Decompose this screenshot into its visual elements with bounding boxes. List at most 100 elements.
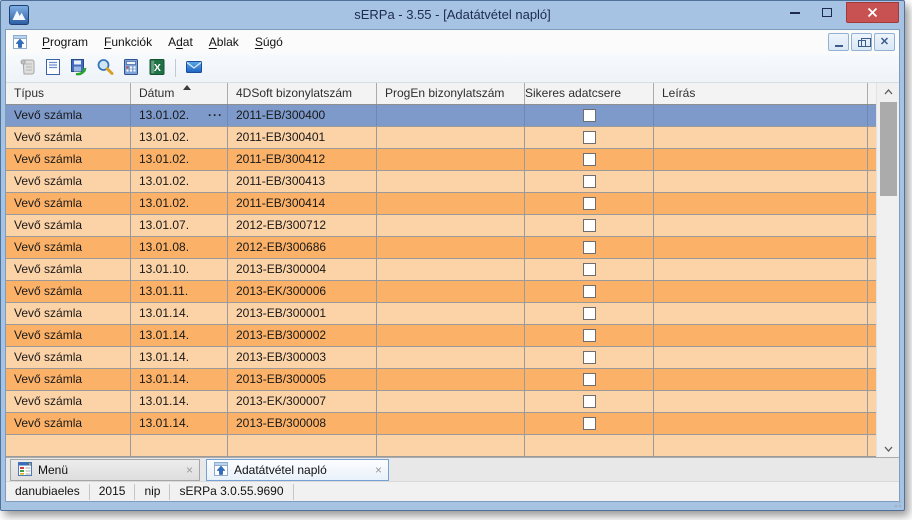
sikeres-checkbox[interactable]: [583, 395, 596, 408]
toolbar-scroll-log-button[interactable]: [14, 56, 40, 80]
cell-leiras: [654, 193, 868, 214]
resize-grip[interactable]: [892, 498, 902, 508]
cell-datum: 13.01.02.: [131, 127, 228, 148]
table-row-empty[interactable]: [6, 435, 899, 457]
table-row[interactable]: Vevő számla13.01.14.2013-EK/300007: [6, 391, 899, 413]
column-header-5[interactable]: Sikeres adatcsere: [525, 83, 654, 104]
cell-4dsoft-bizonylatszam: 2013-EB/300005: [228, 369, 377, 390]
column-header-2[interactable]: Dátum: [131, 83, 228, 104]
sikeres-checkbox[interactable]: [583, 373, 596, 386]
cell-leiras: [654, 369, 868, 390]
toolbar-save-export-button[interactable]: [66, 56, 92, 80]
sikeres-checkbox[interactable]: [583, 109, 596, 122]
toolbar-mail-button[interactable]: [181, 56, 207, 80]
table-row[interactable]: Vevő számla13.01.14.2013-EB/300001: [6, 303, 899, 325]
screen: sERPa - 3.55 - [Adatátvétel napló]: [0, 0, 912, 520]
toolbar-calculator-button[interactable]: [118, 56, 144, 80]
close-button[interactable]: [846, 2, 899, 23]
tab-adat-tv-tel-napl-[interactable]: Adatátvétel napló×: [206, 459, 389, 481]
table-row[interactable]: Vevő számla13.01.14.2013-EB/300005: [6, 369, 899, 391]
menu-item-adat[interactable]: Adat: [160, 35, 201, 49]
cell-progen-bizonylatszam: [377, 105, 525, 126]
table-row[interactable]: Vevő számla13.01.02.2011-EB/300401: [6, 127, 899, 149]
cell-4dsoft-bizonylatszam: 2011-EB/300412: [228, 149, 377, 170]
table-row[interactable]: Vevő számla13.01.14.2013-EB/300002: [6, 325, 899, 347]
table-row[interactable]: Vevő számla13.01.07.2012-EB/300712: [6, 215, 899, 237]
sikeres-checkbox[interactable]: [583, 197, 596, 210]
cell-progen-bizonylatszam: [377, 127, 525, 148]
sikeres-checkbox[interactable]: [583, 219, 596, 232]
table-row[interactable]: Vevő számla13.01.02.2011-EB/300412: [6, 149, 899, 171]
cell-tipus: Vevő számla: [6, 391, 131, 412]
cell-leiras: [654, 435, 868, 456]
cell-tipus: Vevő számla: [6, 193, 131, 214]
toolbar-search-button[interactable]: [92, 56, 118, 80]
tab-close-icon[interactable]: ×: [186, 464, 193, 476]
table-row[interactable]: Vevő számla13.01.11.2013-EK/300006: [6, 281, 899, 303]
cell-4dsoft-bizonylatszam: 2013-EK/300006: [228, 281, 377, 302]
mdi-restore-icon: [858, 40, 866, 47]
vertical-scrollbar[interactable]: [876, 83, 899, 457]
tab-label: Menü: [38, 463, 68, 477]
mdi-minimize-button[interactable]: [828, 33, 849, 51]
sikeres-checkbox[interactable]: [583, 131, 596, 144]
cell-4dsoft-bizonylatszam: 2013-EB/300004: [228, 259, 377, 280]
sikeres-checkbox[interactable]: [583, 307, 596, 320]
sikeres-checkbox[interactable]: [583, 285, 596, 298]
table-row[interactable]: Vevő számla13.01.08.2012-EB/300686: [6, 237, 899, 259]
sikeres-checkbox[interactable]: [583, 417, 596, 430]
mdi-restore-button[interactable]: [851, 33, 872, 51]
minimize-button[interactable]: [780, 2, 810, 23]
column-header-4[interactable]: ProgEn bizonylatszám: [377, 83, 525, 104]
cell-progen-bizonylatszam: [377, 215, 525, 236]
menu-item-ablak[interactable]: Ablak: [201, 35, 247, 49]
sikeres-checkbox[interactable]: [583, 263, 596, 276]
table-row[interactable]: Vevő számla13.01.14.2013-EB/300003: [6, 347, 899, 369]
sikeres-checkbox[interactable]: [583, 175, 596, 188]
scroll-up-button[interactable]: [877, 83, 900, 100]
cell-sikeres-adatcsere: [525, 369, 654, 390]
table-row[interactable]: Vevő számla13.01.10.2013-EB/300004: [6, 259, 899, 281]
uparrow-window-icon: [213, 461, 229, 480]
table-row[interactable]: Vevő számla13.01.02.2011-EB/300413: [6, 171, 899, 193]
cell-tipus: [6, 435, 131, 456]
scroll-thumb[interactable]: [880, 102, 897, 196]
tab-men-[interactable]: Menü ×: [10, 459, 200, 481]
menu-item-súgó[interactable]: Súgó: [247, 35, 291, 49]
maximize-icon: [822, 8, 832, 17]
sikeres-checkbox[interactable]: [583, 351, 596, 364]
table-row[interactable]: Vevő számla13.01.02.···2011-EB/300400: [6, 105, 899, 127]
toolbar-document-button[interactable]: [40, 56, 66, 80]
toolbar-separator: [175, 59, 176, 77]
toolbar-excel-button[interactable]: X: [144, 56, 170, 80]
document-icon: [43, 57, 63, 80]
mdi-close-button[interactable]: ✕: [874, 33, 895, 51]
date-editor-ellipsis-button[interactable]: ···: [208, 105, 223, 126]
sikeres-checkbox[interactable]: [583, 329, 596, 342]
cell-sikeres-adatcsere: [525, 105, 654, 126]
chevron-down-icon: [884, 446, 893, 452]
titlebar[interactable]: sERPa - 3.55 - [Adatátvétel napló]: [1, 1, 904, 29]
cell-progen-bizonylatszam: [377, 171, 525, 192]
menu-item-program[interactable]: Program: [34, 35, 96, 49]
column-header-3[interactable]: 4DSoft bizonylatszám: [228, 83, 377, 104]
table-row[interactable]: Vevő számla13.01.02.2011-EB/300414: [6, 193, 899, 215]
client-area: ProgramFunkciókAdatAblakSúgó ✕ X TípusDá…: [5, 29, 900, 502]
menu-item-funkciók[interactable]: Funkciók: [96, 35, 160, 49]
column-header-1[interactable]: Típus: [6, 83, 131, 104]
sikeres-checkbox[interactable]: [583, 153, 596, 166]
cell-4dsoft-bizonylatszam: 2011-EB/300414: [228, 193, 377, 214]
grid-rows: Vevő számla13.01.02.···2011-EB/300400Vev…: [6, 105, 899, 457]
column-header-6[interactable]: Leírás: [654, 83, 868, 104]
cell-leiras: [654, 215, 868, 236]
sikeres-checkbox[interactable]: [583, 241, 596, 254]
tab-close-icon[interactable]: ×: [375, 464, 382, 476]
mdi-controls: ✕: [828, 33, 895, 51]
mdi-minimize-icon: [835, 45, 843, 47]
maximize-button[interactable]: [812, 2, 842, 23]
cell-tipus: Vevő számla: [6, 347, 131, 368]
cell-4dsoft-bizonylatszam: 2011-EB/300401: [228, 127, 377, 148]
cell-tipus: Vevő számla: [6, 369, 131, 390]
scroll-down-button[interactable]: [877, 440, 900, 457]
table-row[interactable]: Vevő számla13.01.14.2013-EB/300008: [6, 413, 899, 435]
